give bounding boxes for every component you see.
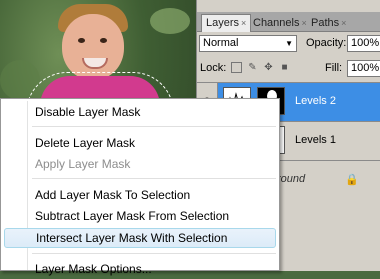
layer-mask-context-menu: Disable Layer Mask Delete Layer Mask App…: [0, 98, 280, 276]
tab-layers-label: Layers: [206, 17, 240, 29]
chevron-down-icon: ▼: [285, 39, 293, 48]
menu-item-delete-layer-mask[interactable]: Delete Layer Mask: [4, 133, 276, 153]
move-icon[interactable]: ✥: [263, 62, 274, 73]
opacity-field[interactable]: 100%: [347, 35, 380, 52]
close-icon[interactable]: ×: [301, 18, 306, 28]
lock-label: Lock:: [200, 62, 227, 74]
fill-label: Fill:: [325, 62, 343, 74]
fill-field[interactable]: 100%: [347, 60, 380, 77]
photo-bokeh: [150, 8, 190, 34]
menu-separator: [32, 253, 276, 255]
lock-fill-row: Lock: ✎ ✥ ■ Fill: 100%: [197, 58, 380, 80]
menu-item-disable-layer-mask[interactable]: Disable Layer Mask: [4, 102, 276, 122]
close-icon[interactable]: ×: [341, 18, 346, 28]
brush-icon[interactable]: ✎: [247, 62, 258, 73]
menu-separator: [32, 126, 276, 128]
lock-icon[interactable]: ■: [279, 62, 290, 73]
menu-item-apply-layer-mask: Apply Layer Mask: [35, 157, 131, 171]
photo-subject-face: [62, 14, 124, 80]
layer-name: round: [277, 173, 306, 185]
menu-item-add-mask-to-selection[interactable]: Add Layer Mask To Selection: [4, 185, 276, 205]
photo-subject-eye: [100, 38, 107, 43]
tab-paths[interactable]: Paths ×: [307, 15, 350, 31]
lock-transparency-icon[interactable]: [231, 62, 242, 73]
layer-name: Levels 2: [295, 95, 336, 107]
layer-name: Levels 1: [295, 134, 336, 146]
blend-mode-select[interactable]: Normal ▼: [199, 35, 297, 52]
menu-item-layer-mask-options[interactable]: Layer Mask Options...: [4, 259, 276, 279]
lock-icon: 🔒: [345, 174, 359, 186]
tab-channels-label: Channels: [253, 17, 300, 29]
tab-channels[interactable]: Channels ×: [249, 15, 311, 31]
photo-subject-eye: [78, 38, 85, 43]
menu-separator: [32, 178, 276, 180]
tab-paths-label: Paths: [311, 17, 340, 29]
opacity-label: Opacity:: [306, 37, 347, 49]
blend-mode-value: Normal: [203, 37, 239, 49]
blend-opacity-row: Normal ▼ Opacity: 100%: [197, 32, 380, 56]
tab-layers[interactable]: Layers ×: [201, 14, 252, 32]
menu-item-subtract-mask-from-selection[interactable]: Subtract Layer Mask From Selection: [4, 206, 276, 226]
menu-item-intersect-mask-with-selection[interactable]: Intersect Layer Mask With Selection: [4, 228, 276, 248]
panel-tabs: Layers × Channels × Paths ×: [197, 12, 380, 32]
close-icon[interactable]: ×: [241, 18, 246, 28]
